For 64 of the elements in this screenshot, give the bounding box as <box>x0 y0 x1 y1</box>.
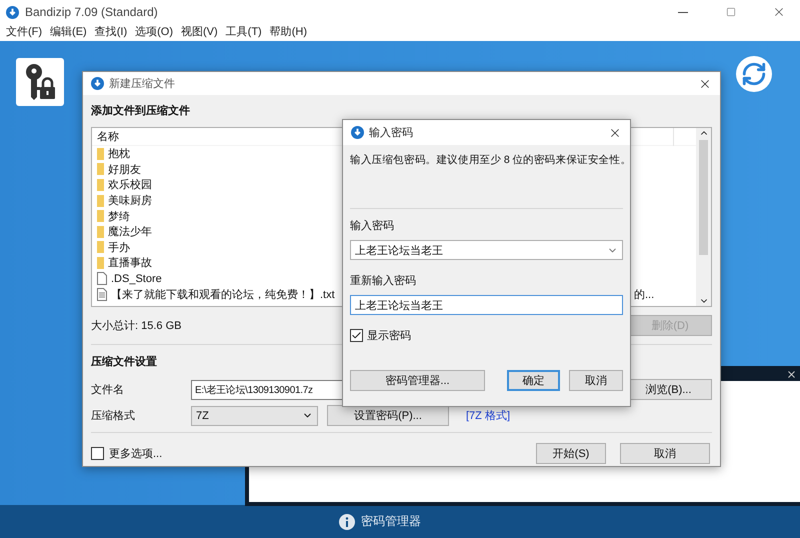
folder-icon <box>97 226 104 238</box>
key-lock-tile[interactable] <box>16 58 64 106</box>
menu-item[interactable]: 选项(O) <box>131 24 177 41</box>
field-label: 压缩格式 <box>91 408 136 423</box>
checkbox-label: 显示密码 <box>367 328 411 343</box>
window-title: Bandizip 7.09 (Standard) <box>25 5 159 19</box>
checkbox[interactable] <box>91 447 104 460</box>
field-label: 重新输入密码 <box>350 274 417 288</box>
folder-icon <box>97 256 104 269</box>
refresh-button[interactable] <box>736 56 772 92</box>
menu-item[interactable]: 视图(V) <box>177 24 222 41</box>
status-text: 密码管理器 <box>361 513 421 530</box>
folder-icon <box>97 241 104 254</box>
file-name[interactable]: 抱枕 <box>108 146 130 162</box>
info-icon <box>339 514 355 530</box>
format-link[interactable]: [7Z 格式] <box>466 408 510 423</box>
maximize-icon <box>726 7 736 17</box>
folder-icon <box>97 148 104 160</box>
password-manager-button[interactable]: 密码管理器... <box>350 370 485 391</box>
total-size: 大小总计: 15.6 GB <box>91 319 182 333</box>
folder-icon <box>97 178 104 191</box>
menu-item[interactable]: 编辑(E) <box>46 24 91 41</box>
file-name[interactable]: 直播事故 <box>108 255 152 270</box>
menu-item[interactable]: 查找(I) <box>90 24 132 41</box>
dialog-title: 新建压缩文件 <box>109 76 176 91</box>
file-name[interactable]: 魔法少年 <box>108 224 152 240</box>
folder-icon <box>97 210 104 222</box>
menu-item[interactable]: 工具(T) <box>222 24 266 41</box>
scrollbar[interactable] <box>696 128 711 306</box>
file-name[interactable]: 手办 <box>108 240 130 255</box>
description-text: 输入压缩包密码。建议使用至少 8 位的密码来保证安全性。 <box>350 153 623 168</box>
checkbox[interactable] <box>350 329 363 342</box>
field-label: 输入密码 <box>350 218 395 233</box>
file-name[interactable]: 欢乐校园 <box>108 177 152 192</box>
ok-button[interactable]: 确定 <box>507 370 560 391</box>
file-name-tail: 的... <box>634 288 654 302</box>
file-name[interactable]: .DS_Store <box>111 272 162 285</box>
cancel-button[interactable]: 取消 <box>569 370 623 391</box>
app-logo-icon <box>351 126 364 139</box>
text-file-icon <box>97 288 107 301</box>
file-name[interactable]: 美味厨房 <box>108 193 152 208</box>
section-heading: 压缩文件设置 <box>91 354 158 369</box>
confirm-password-field[interactable]: 上老王论坛当老王 <box>350 295 623 315</box>
folder-icon <box>97 163 104 176</box>
app-logo-icon <box>6 6 19 18</box>
menu-item[interactable]: 文件(F) <box>2 24 46 41</box>
cancel-button[interactable]: 取消 <box>620 443 710 464</box>
set-password-button[interactable]: 设置密码(P)... <box>327 405 449 426</box>
start-button[interactable]: 开始(S) <box>536 443 606 464</box>
menu-item[interactable]: 帮助(H) <box>266 24 311 41</box>
folder-icon <box>97 194 104 207</box>
password-field[interactable]: 上老王论坛当老王 <box>350 240 623 260</box>
key-lock-icon <box>23 63 57 101</box>
checkbox-label: 更多选项... <box>109 447 164 461</box>
file-name[interactable]: 梦绮 <box>108 208 130 224</box>
file-name[interactable]: 好朋友 <box>108 162 141 177</box>
file-icon <box>97 272 107 286</box>
dialog-title: 输入密码 <box>369 126 414 140</box>
format-select[interactable]: 7Z <box>191 406 318 426</box>
close-icon[interactable] <box>786 369 797 380</box>
section-heading: 添加文件到压缩文件 <box>91 104 191 118</box>
app-logo-icon <box>91 77 104 90</box>
field-label: 文件名 <box>91 382 125 397</box>
file-name[interactable]: 【来了就能下载和观看的论坛，纯免费！】.txt <box>111 286 335 302</box>
